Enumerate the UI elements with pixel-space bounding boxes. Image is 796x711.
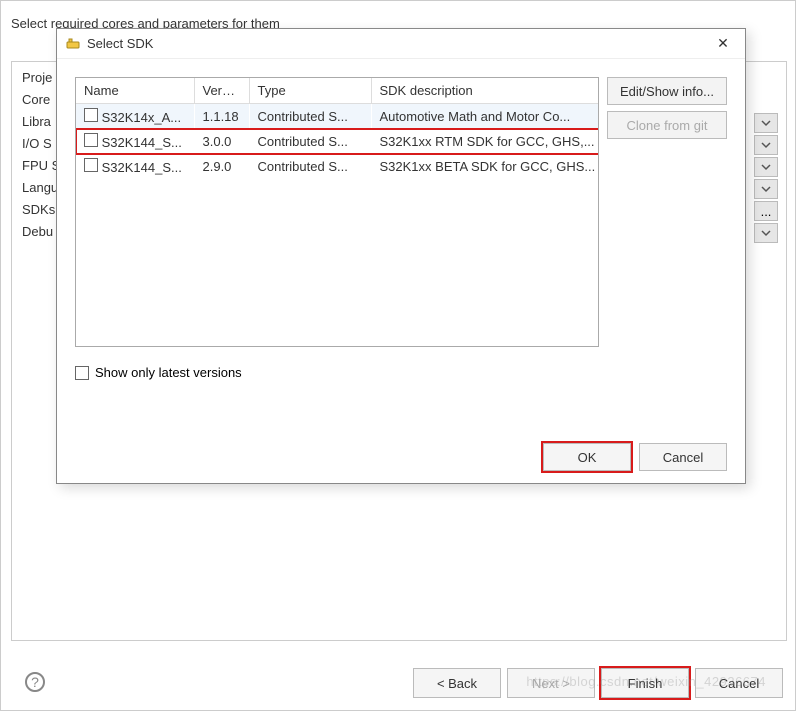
close-icon[interactable]: ✕ bbox=[709, 30, 737, 58]
clone-from-git-button: Clone from git bbox=[607, 111, 727, 139]
edit-show-info-button[interactable]: Edit/Show info... bbox=[607, 77, 727, 105]
dropdown-toggle[interactable] bbox=[754, 179, 778, 199]
show-only-latest-checkbox[interactable]: Show only latest versions bbox=[75, 365, 745, 380]
column-header-description[interactable]: SDK description bbox=[371, 78, 599, 104]
column-header-name[interactable]: Name bbox=[76, 78, 194, 104]
select-sdk-dialog: Select SDK ✕ Name Versi... Type SDK desc… bbox=[56, 28, 746, 484]
table-row[interactable]: S32K144_S... 2.9.0 Contributed S... S32K… bbox=[76, 154, 599, 179]
cell-description: S32K1xx RTM SDK for GCC, GHS,... bbox=[371, 129, 599, 154]
cell-name: S32K144_S... bbox=[102, 160, 182, 175]
cancel-button[interactable]: Cancel bbox=[639, 443, 727, 471]
dialog-body: Name Versi... Type SDK description S32K1… bbox=[57, 59, 745, 357]
row-checkbox[interactable] bbox=[84, 158, 98, 172]
side-button-panel: Edit/Show info... Clone from git bbox=[607, 77, 727, 347]
dropdown-toggle[interactable] bbox=[754, 223, 778, 243]
more-button[interactable]: ... bbox=[754, 201, 778, 221]
cell-name: S32K14x_A... bbox=[102, 110, 182, 125]
column-header-version[interactable]: Versi... bbox=[194, 78, 249, 104]
cell-version: 1.1.18 bbox=[194, 104, 249, 130]
dialog-icon bbox=[65, 36, 81, 52]
wizard-button-bar: < Back Next > Finish Cancel bbox=[1, 668, 795, 698]
cell-name: S32K144_S... bbox=[102, 135, 182, 150]
dialog-button-bar: OK Cancel bbox=[543, 443, 727, 471]
cancel-button[interactable]: Cancel bbox=[695, 668, 783, 698]
cell-description: Automotive Math and Motor Co... bbox=[371, 104, 599, 130]
show-only-label: Show only latest versions bbox=[95, 365, 242, 380]
cell-version: 2.9.0 bbox=[194, 154, 249, 179]
row-checkbox[interactable] bbox=[84, 133, 98, 147]
dropdown-toggle[interactable] bbox=[754, 135, 778, 155]
dropdown-toggle[interactable] bbox=[754, 113, 778, 133]
row-checkbox[interactable] bbox=[84, 108, 98, 122]
cell-version: 3.0.0 bbox=[194, 129, 249, 154]
dropdown-toggle[interactable] bbox=[754, 157, 778, 177]
checkbox-icon[interactable] bbox=[75, 366, 89, 380]
cell-type: Contributed S... bbox=[249, 104, 371, 130]
next-button: Next > bbox=[507, 668, 595, 698]
cell-type: Contributed S... bbox=[249, 129, 371, 154]
table-header-row: Name Versi... Type SDK description bbox=[76, 78, 599, 104]
table-row[interactable]: S32K14x_A... 1.1.18 Contributed S... Aut… bbox=[76, 104, 599, 130]
cell-description: S32K1xx BETA SDK for GCC, GHS... bbox=[371, 154, 599, 179]
cell-type: Contributed S... bbox=[249, 154, 371, 179]
table-row[interactable]: S32K144_S... 3.0.0 Contributed S... S32K… bbox=[76, 129, 599, 154]
sdk-table: Name Versi... Type SDK description S32K1… bbox=[75, 77, 599, 347]
finish-button[interactable]: Finish bbox=[601, 668, 689, 698]
back-button[interactable]: < Back bbox=[413, 668, 501, 698]
ok-button[interactable]: OK bbox=[543, 443, 631, 471]
dialog-titlebar: Select SDK ✕ bbox=[57, 29, 745, 59]
column-header-type[interactable]: Type bbox=[249, 78, 371, 104]
dialog-title: Select SDK bbox=[87, 36, 709, 51]
